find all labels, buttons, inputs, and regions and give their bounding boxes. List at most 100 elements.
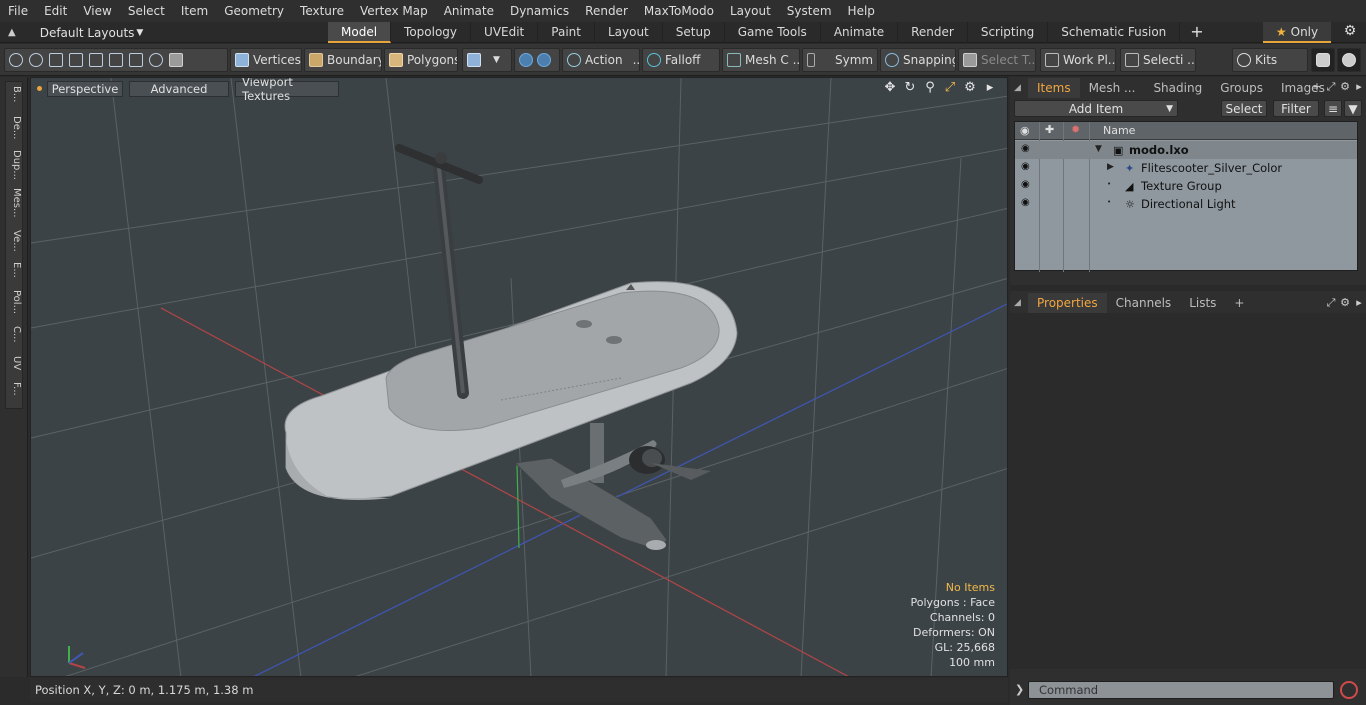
menu-edit[interactable]: Edit [36, 0, 75, 22]
work-plane-button[interactable]: Work Pl... [1040, 48, 1116, 72]
fit-view-icon[interactable]: ⤢ [943, 81, 957, 95]
menu-texture[interactable]: Texture [292, 0, 352, 22]
left-tab-duplicate[interactable]: Dup... [10, 150, 22, 180]
record-macro-icon[interactable] [1340, 681, 1358, 699]
tab-render[interactable]: Render [898, 22, 968, 43]
add-item-button[interactable]: Add Item ▼ [1014, 100, 1178, 117]
panel-splitter[interactable] [1010, 285, 1366, 291]
menu-item[interactable]: Item [173, 0, 216, 22]
menu-animate[interactable]: Animate [436, 0, 502, 22]
menu-view[interactable]: View [75, 0, 119, 22]
visibility-header-icon[interactable]: ◉ [1020, 124, 1030, 137]
tab-model[interactable]: Model [328, 22, 392, 43]
command-input[interactable]: Command [1028, 681, 1334, 699]
tree-row-light[interactable]: ◉ • ☼ Directional Light [1015, 195, 1357, 213]
chevron-right-icon[interactable]: ▸ [983, 81, 997, 95]
left-tab-fusion[interactable]: F... [10, 382, 22, 396]
pen-icon[interactable] [49, 53, 63, 67]
tab-topology[interactable]: Topology [391, 22, 472, 43]
collapse-icon[interactable]: ▲ [8, 27, 16, 38]
gear-icon[interactable]: ⚙ [1338, 296, 1352, 310]
kits-button[interactable]: Kits [1232, 48, 1308, 72]
menu-dynamics[interactable]: Dynamics [502, 0, 577, 22]
zoom-icon[interactable]: ⚲ [923, 81, 937, 95]
tab-schematic-fusion[interactable]: Schematic Fusion [1048, 22, 1181, 43]
left-tab-polygon[interactable]: Pol... [10, 290, 22, 314]
select-through-button[interactable]: Select T... [958, 48, 1036, 72]
tab-game-tools[interactable]: Game Tools [725, 22, 821, 43]
menu-system[interactable]: System [779, 0, 840, 22]
funnel-icon[interactable]: ▼ [1344, 100, 1362, 117]
action-center-button[interactable]: Action ... [562, 48, 640, 72]
transform-icon[interactable] [109, 53, 123, 67]
shield-alt-icon[interactable] [537, 53, 551, 67]
tab-mesh[interactable]: Mesh ... [1080, 78, 1145, 98]
tab-animate[interactable]: Animate [821, 22, 899, 43]
panel-menu-icon[interactable]: ◢ [1010, 298, 1028, 308]
gear-icon[interactable]: ⚙ [1338, 80, 1352, 94]
list-options-icon[interactable]: ≡ [1324, 100, 1342, 117]
chevron-right-icon[interactable]: ▸ [1352, 296, 1366, 310]
tab-lists[interactable]: Lists [1180, 293, 1225, 313]
menu-vertex-map[interactable]: Vertex Map [352, 0, 436, 22]
tab-channels[interactable]: Channels [1107, 293, 1181, 313]
gear-icon[interactable]: ⚙ [963, 81, 977, 95]
tab-paint[interactable]: Paint [538, 22, 595, 43]
menu-render[interactable]: Render [577, 0, 636, 22]
tree-row-texture-group[interactable]: ◉ • ◢ Texture Group [1015, 177, 1357, 195]
rotate-view-icon[interactable]: ↻ [903, 81, 917, 95]
snapping-button[interactable]: Snapping [880, 48, 956, 72]
polygons-button[interactable]: Polygons [384, 48, 458, 72]
layouts-dropdown[interactable]: ▲ Default Layouts ▼ [8, 22, 143, 43]
add-tab-button[interactable]: + [1180, 22, 1213, 43]
selection-sets-button[interactable]: Selecti ... [1120, 48, 1196, 72]
chevron-right-icon[interactable]: ▸ [1352, 80, 1366, 94]
falloff-button[interactable]: Falloff [642, 48, 720, 72]
tab-scripting[interactable]: Scripting [968, 22, 1049, 43]
tab-properties[interactable]: Properties [1028, 293, 1107, 313]
left-tab-edge[interactable]: E... [10, 262, 22, 278]
eye-icon[interactable]: ◉ [1021, 180, 1033, 190]
tree-row-mesh[interactable]: ◉ ▶ ✦ Flitescooter_Silver_Color [1015, 159, 1357, 177]
globe-icon[interactable] [29, 53, 43, 67]
menu-select[interactable]: Select [120, 0, 173, 22]
filter-button[interactable]: Filter [1273, 100, 1319, 117]
viewport-textures-button[interactable]: Viewport Textures [235, 78, 339, 103]
circle-select-icon[interactable] [9, 53, 23, 67]
tree-row-scene[interactable]: ◉ ▼ ▣ modo.lxo [1015, 141, 1357, 159]
tab-setup[interactable]: Setup [663, 22, 725, 43]
unreal-button[interactable] [1337, 48, 1361, 72]
left-tab-mesh-edit[interactable]: Mes... [10, 188, 22, 218]
vertices-button[interactable]: Vertices [230, 48, 302, 72]
panel-menu-icon[interactable]: ◢ [1010, 83, 1028, 93]
items-tree[interactable]: ◉ ✚ ✹ Name ◉ ▼ ▣ modo.lxo ◉ ▶ ✦ Flitesco… [1014, 121, 1358, 272]
left-tab-vertex[interactable]: Ve... [10, 230, 22, 252]
eye-icon[interactable]: ◉ [1021, 162, 1033, 172]
select-button[interactable]: Select [1221, 100, 1267, 117]
advanced-button[interactable]: Advanced [129, 81, 229, 97]
menu-help[interactable]: Help [840, 0, 883, 22]
unity-button[interactable] [1311, 48, 1335, 72]
align-icon[interactable] [89, 53, 103, 67]
snap-box-icon[interactable] [129, 53, 143, 67]
rotate-icon[interactable] [149, 53, 163, 67]
mesh-constraints-button[interactable]: Mesh C ... [722, 48, 800, 72]
symmetry-button[interactable]: Symm ... [802, 48, 878, 72]
move-view-icon[interactable]: ✥ [883, 81, 897, 95]
expand-arrow-icon[interactable]: ▶ [1107, 162, 1114, 172]
tab-groups[interactable]: Groups [1211, 78, 1272, 98]
viewport-scene[interactable] [31, 78, 1008, 677]
eye-icon[interactable]: ◉ [1021, 198, 1033, 208]
perspective-button[interactable]: Perspective [47, 81, 123, 97]
3d-viewport[interactable]: Perspective Advanced Viewport Textures ✥… [30, 77, 1008, 677]
brush-icon[interactable] [69, 53, 83, 67]
menu-layout[interactable]: Layout [722, 0, 779, 22]
shield-icon[interactable] [519, 53, 533, 67]
left-tab-basic[interactable]: B... [10, 86, 22, 102]
hydrofoil-model[interactable] [513, 423, 711, 551]
lock-header-icon[interactable]: ✚ [1045, 123, 1054, 136]
expand-icon[interactable]: ⤢ [1324, 80, 1338, 94]
name-column-header[interactable]: Name [1103, 124, 1135, 137]
menu-file[interactable]: File [0, 0, 36, 22]
eye-icon[interactable]: ◉ [1021, 144, 1033, 154]
